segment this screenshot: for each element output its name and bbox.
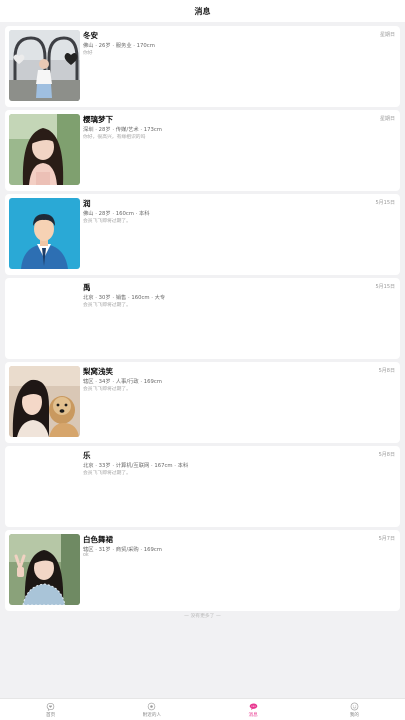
avatar (9, 366, 80, 437)
profile-icon (350, 702, 359, 710)
contact-info: 北京 · 30岁 · 销售 · 160cm · 大专 (83, 295, 166, 301)
contact-name: 禹 (83, 283, 91, 292)
tab-home[interactable]: 首页 (0, 699, 101, 720)
message-date: 5月7日 (378, 536, 395, 542)
tab-label: 消息 (248, 712, 258, 718)
avatar-photo (9, 198, 80, 269)
avatar-photo (9, 534, 80, 605)
avatar (9, 534, 80, 605)
conversation-item[interactable]: 润 5月15日 佛山 · 28岁 · 160cm · 本科 会员飞飞即将过期了。 (5, 194, 400, 275)
contact-info: 北京 · 33岁 · 计算机/互联网 · 167cm · 本科 (83, 463, 189, 469)
page-header: 消息 (0, 0, 405, 22)
message-date: 星期日 (379, 116, 395, 122)
tab-messages[interactable]: 消息 (203, 699, 304, 720)
message-date: 5月8日 (378, 368, 395, 374)
last-message: 会员飞飞即将过期了。 (83, 387, 131, 392)
contact-name: 白色舞裙 (83, 535, 113, 544)
message-date: 5月8日 (378, 452, 395, 458)
contact-info: 佛山 · 26岁 · 服务业 · 170cm (83, 43, 155, 49)
conversation-item[interactable]: 梨窝浅笑 5月8日 辖区 · 34岁 · 人事/行政 · 169cm 会员飞飞即… (5, 362, 400, 443)
contact-name: 樱璃梦下 (83, 115, 113, 124)
last-message: 你好 (83, 51, 93, 56)
conversation-item[interactable]: 禹 5月15日 北京 · 30岁 · 销售 · 160cm · 大专 会员飞飞即… (5, 278, 400, 359)
avatar (9, 450, 80, 521)
conversation-item[interactable]: 乐 5月8日 北京 · 33岁 · 计算机/互联网 · 167cm · 本科 会… (5, 446, 400, 527)
list-end-note: — 没有更多了 — (184, 614, 221, 619)
home-heart-icon (46, 702, 55, 711)
bottom-tab-bar: 首页 附近的人 消息 我的 (0, 698, 405, 720)
last-message: ok (83, 553, 89, 558)
message-icon (249, 702, 257, 710)
tab-profile[interactable]: 我的 (304, 699, 405, 720)
avatar-photo (9, 30, 80, 101)
tab-nearby[interactable]: 附近的人 (101, 699, 202, 720)
page-title: 消息 (194, 6, 211, 16)
contact-info: 深圳 · 28岁 · 传媒/艺术 · 173cm (83, 127, 162, 133)
nearby-icon (148, 702, 156, 710)
message-date: 5月15日 (375, 284, 395, 290)
contact-info: 辖区 · 34岁 · 人事/行政 · 169cm (83, 379, 162, 385)
conversation-item[interactable]: 冬安 星期日 佛山 · 26岁 · 服务业 · 170cm 你好 (5, 26, 400, 107)
last-message: 会员飞飞即将过期了。 (83, 219, 131, 224)
avatar (9, 198, 80, 269)
avatar (9, 114, 80, 185)
tab-label: 附近的人 (142, 712, 162, 718)
avatar-photo (9, 366, 80, 437)
last-message: 会员飞飞即将过期了。 (83, 471, 131, 476)
contact-name: 冬安 (83, 31, 98, 40)
conversation-item[interactable]: 樱璃梦下 星期日 深圳 · 28岁 · 传媒/艺术 · 173cm 你好，很高兴… (5, 110, 400, 191)
tab-label: 我的 (349, 712, 359, 718)
avatar-photo (9, 114, 80, 185)
avatar (9, 30, 80, 101)
contact-info: 辖区 · 31岁 · 商贸/采购 · 169cm (83, 547, 162, 553)
last-message: 会员飞飞即将过期了。 (83, 303, 131, 308)
message-date: 5月15日 (375, 200, 395, 206)
tab-label: 首页 (46, 712, 56, 718)
conversation-item[interactable]: 白色舞裙 5月7日 辖区 · 31岁 · 商贸/采购 · 169cm ok (5, 530, 400, 611)
message-date: 星期日 (379, 32, 395, 38)
avatar (9, 282, 80, 353)
contact-name: 润 (83, 199, 91, 208)
last-message: 你好，很高兴，有缘相识的吗 (83, 135, 146, 140)
contact-info: 佛山 · 28岁 · 160cm · 本科 (83, 211, 150, 217)
contact-name: 乐 (83, 451, 91, 460)
contact-name: 梨窝浅笑 (83, 367, 113, 376)
